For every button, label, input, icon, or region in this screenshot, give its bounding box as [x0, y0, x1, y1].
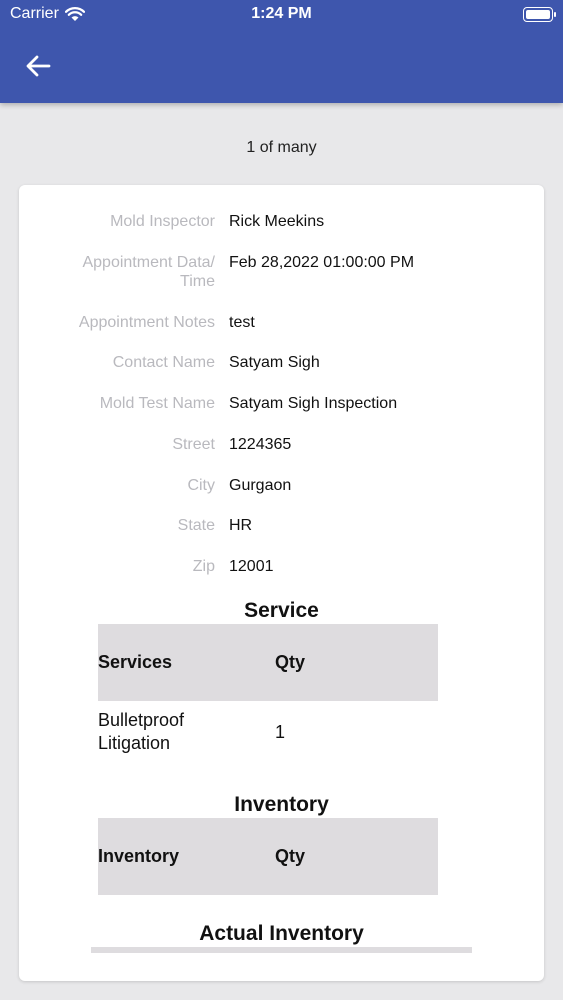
status-time: 1:24 PM	[251, 5, 312, 22]
inventory-section-title: Inventory	[234, 793, 329, 816]
arrow-left-icon	[26, 55, 51, 77]
detail-value: Rick Meekins	[229, 213, 325, 230]
detail-value: 12001	[229, 558, 274, 575]
pager-label: 1 of many	[246, 139, 317, 156]
detail-label: City	[187, 477, 215, 494]
detail-label: Appointment Notes	[78, 314, 215, 331]
qty-column-header: Qty	[275, 652, 306, 672]
battery-icon	[523, 7, 556, 22]
detail-value: Satyam Sigh Inspection	[229, 395, 398, 412]
service-table-header: Services Qty	[98, 624, 438, 701]
detail-value: Gurgaon	[229, 477, 292, 494]
detail-label: Street	[172, 436, 215, 453]
service-section-title: Service	[244, 599, 319, 622]
inspection-details-card: Mold Inspector Rick Meekins Appointment …	[19, 185, 544, 981]
back-button[interactable]	[22, 50, 54, 82]
detail-label: Mold Test Name	[99, 395, 215, 412]
actual-inventory-section-title: Actual Inventory	[199, 922, 364, 945]
status-bar: Carrier 1:24 PM	[0, 0, 563, 30]
detail-label: State	[177, 517, 215, 534]
detail-value: Satyam Sigh	[229, 354, 320, 371]
detail-label: Contact Name	[112, 354, 215, 371]
services-column-header: Services	[98, 652, 173, 672]
service-qty-cell: 1	[275, 722, 286, 742]
detail-label: Appointment Data/ Time	[82, 254, 215, 290]
actual-inventory-table-header	[91, 947, 472, 953]
detail-label: Zip	[192, 558, 215, 575]
detail-value: 1224365	[229, 436, 292, 453]
qty-column-header: Qty	[275, 846, 306, 866]
inventory-table-header: Inventory Qty	[98, 818, 438, 895]
service-name-cell: Bulletproof Litigation	[98, 710, 185, 753]
detail-value: Feb 28,2022 01:00:00 PM	[229, 254, 415, 271]
detail-value: test	[229, 314, 255, 331]
detail-label: Mold Inspector	[110, 213, 215, 230]
app-header: Carrier 1:24 PM	[0, 0, 563, 103]
detail-value: HR	[229, 517, 253, 534]
inventory-column-header: Inventory	[98, 846, 180, 866]
